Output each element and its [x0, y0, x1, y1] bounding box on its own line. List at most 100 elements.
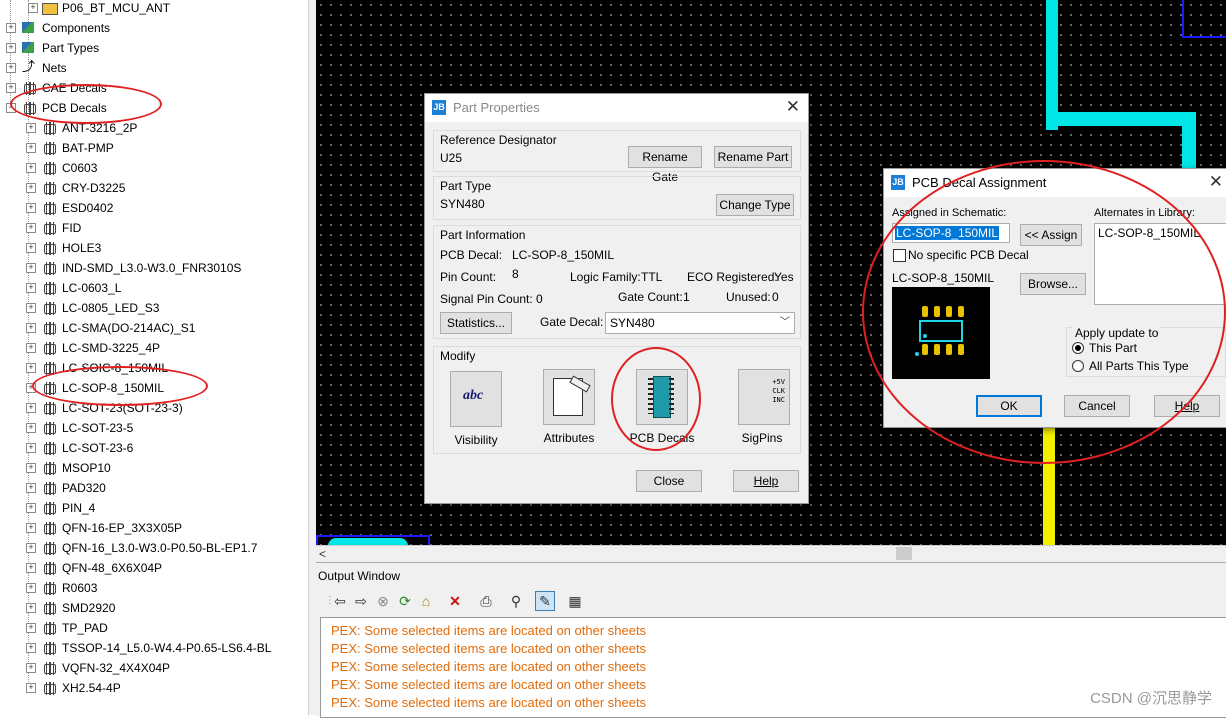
tree-item-decal[interactable]: + LC-SOT-23-5 [0, 418, 300, 438]
stop-icon[interactable]: ⊗ [373, 591, 393, 611]
change-type-button[interactable]: Change Type [716, 194, 794, 216]
tree-item-decal[interactable]: + CRY-D3225 [0, 178, 300, 198]
gate-decal-select[interactable]: SYN480 ﹀ [605, 312, 795, 334]
attributes-button[interactable] [543, 369, 595, 425]
expand-icon[interactable]: + [28, 3, 38, 13]
expand-icon[interactable]: + [26, 363, 36, 373]
expand-icon[interactable]: + [26, 223, 36, 233]
horizontal-scrollbar[interactable]: < [316, 545, 1226, 562]
expand-icon[interactable]: + [26, 303, 36, 313]
tree-item-decal[interactable]: + IND-SMD_L3.0-W3.0_FNR3010S [0, 258, 300, 278]
decal-icon [44, 642, 56, 655]
tree-item-label: P06_BT_MCU_ANT [62, 1, 171, 15]
expand-icon[interactable]: + [26, 683, 36, 693]
tree-item-decal[interactable]: + FID [0, 218, 300, 238]
rename-part-button[interactable]: Rename Part [714, 146, 792, 168]
expand-icon[interactable]: + [26, 523, 36, 533]
expand-icon[interactable]: + [26, 563, 36, 573]
tree-item-decal[interactable]: + SMD2920 [0, 598, 300, 618]
tree-item-decal[interactable]: + BAT-PMP [0, 138, 300, 158]
close-icon[interactable]: ✕ [786, 97, 800, 117]
tree-item-decal[interactable]: + QFN-16_L3.0-W3.0-P0.50-BL-EP1.7 [0, 538, 300, 558]
expand-icon[interactable]: + [26, 663, 36, 673]
find-icon[interactable]: ⚲ [506, 591, 526, 611]
statistics-button[interactable]: Statistics... [440, 312, 512, 334]
help-button[interactable]: Help [733, 470, 799, 492]
expand-icon[interactable]: + [26, 543, 36, 553]
expand-icon[interactable]: + [26, 443, 36, 453]
expand-icon[interactable]: + [26, 323, 36, 333]
decal-icon [44, 222, 56, 235]
expand-icon[interactable]: + [26, 343, 36, 353]
tree-item-label: FID [62, 221, 82, 235]
visibility-button[interactable]: abc [450, 371, 502, 427]
dialog-titlebar[interactable]: JB Part Properties ✕ [425, 94, 808, 122]
tree-item-decal[interactable]: + XH2.54-4P [0, 678, 300, 698]
expand-icon[interactable]: + [26, 263, 36, 273]
tree-item-label: HOLE3 [62, 241, 102, 255]
highlight-circle [862, 160, 1226, 464]
pcb-decal-label: PCB Decal: [440, 248, 503, 262]
expand-icon[interactable]: + [26, 603, 36, 613]
expand-icon[interactable]: + [26, 423, 36, 433]
tree-item[interactable]: + ⤴ Nets [0, 58, 300, 78]
tree-item-decal[interactable]: + LC-SOT-23-6 [0, 438, 300, 458]
grid-view-icon[interactable]: ▦ [565, 591, 585, 611]
tree-item-decal[interactable]: + HOLE3 [0, 238, 300, 258]
tree-item[interactable]: + Components [0, 18, 300, 38]
expand-icon[interactable]: + [6, 83, 16, 93]
expand-icon[interactable]: + [26, 183, 36, 193]
sigpins-button[interactable]: +5V CLK INC [738, 369, 790, 425]
decal-icon [44, 122, 56, 135]
expand-icon[interactable]: + [26, 643, 36, 653]
delete-icon[interactable]: ✕ [445, 591, 465, 611]
tree-item-decal[interactable]: + TP_PAD [0, 618, 300, 638]
parttype-value: SYN480 [440, 197, 485, 211]
expand-icon[interactable]: + [26, 483, 36, 493]
tree-item-decal[interactable]: + TSSOP-14_L5.0-W4.4-P0.65-LS6.4-BL [0, 638, 300, 658]
back-arrow-icon[interactable]: ⇦ [330, 591, 350, 611]
tree-item-decal[interactable]: + MSOP10 [0, 458, 300, 478]
expand-icon[interactable]: + [26, 623, 36, 633]
expand-icon[interactable]: + [26, 463, 36, 473]
tree-item[interactable]: + P06_BT_MCU_ANT [0, 0, 300, 18]
expand-icon[interactable]: + [6, 23, 16, 33]
expand-icon[interactable]: + [26, 283, 36, 293]
output-line: PEX: Some selected items are located on … [331, 695, 647, 710]
tree-item-decal[interactable]: + C0603 [0, 158, 300, 178]
expand-icon[interactable]: + [26, 123, 36, 133]
tree-item-decal[interactable]: + VQFN-32_4X4X04P [0, 658, 300, 678]
expand-icon[interactable]: + [26, 203, 36, 213]
tree-item-decal[interactable]: + PAD320 [0, 478, 300, 498]
decal-icon [44, 262, 56, 275]
tree-item-decal[interactable]: + LC-SMA(DO-214AC)_S1 [0, 318, 300, 338]
tree-item[interactable]: + Part Types [0, 38, 300, 58]
expand-icon[interactable]: + [26, 243, 36, 253]
close-icon[interactable]: ✕ [1209, 172, 1223, 192]
scroll-left-icon[interactable]: < [319, 546, 326, 562]
refresh-icon[interactable]: ⟳ [395, 591, 415, 611]
expand-icon[interactable]: + [26, 163, 36, 173]
expand-icon[interactable]: + [26, 583, 36, 593]
tree-item-decal[interactable]: + QFN-16-EP_3X3X05P [0, 518, 300, 538]
home-icon[interactable]: ⌂ [416, 591, 436, 611]
expand-icon[interactable]: + [26, 143, 36, 153]
component-outline [1182, 0, 1226, 38]
tree-item-decal[interactable]: + PIN_4 [0, 498, 300, 518]
print-icon[interactable]: ⎙ [476, 591, 496, 611]
tree-item-decal[interactable]: + R0603 [0, 578, 300, 598]
tree-item-decal[interactable]: + ESD0402 [0, 198, 300, 218]
edit-icon[interactable]: ✎ [535, 591, 555, 611]
rename-gate-button[interactable]: Rename Gate [628, 146, 702, 184]
expand-icon[interactable]: + [26, 403, 36, 413]
expand-icon[interactable]: + [6, 63, 16, 73]
tree-item-decal[interactable]: + LC-0603_L [0, 278, 300, 298]
tree-item-decal[interactable]: + LC-SMD-3225_4P [0, 338, 300, 358]
tree-item-decal[interactable]: + LC-0805_LED_S3 [0, 298, 300, 318]
scrollbar-thumb[interactable] [896, 547, 912, 560]
close-button[interactable]: Close [636, 470, 702, 492]
expand-icon[interactable]: + [6, 43, 16, 53]
tree-item-decal[interactable]: + QFN-48_6X6X04P [0, 558, 300, 578]
forward-arrow-icon[interactable]: ⇨ [351, 591, 371, 611]
expand-icon[interactable]: + [26, 503, 36, 513]
